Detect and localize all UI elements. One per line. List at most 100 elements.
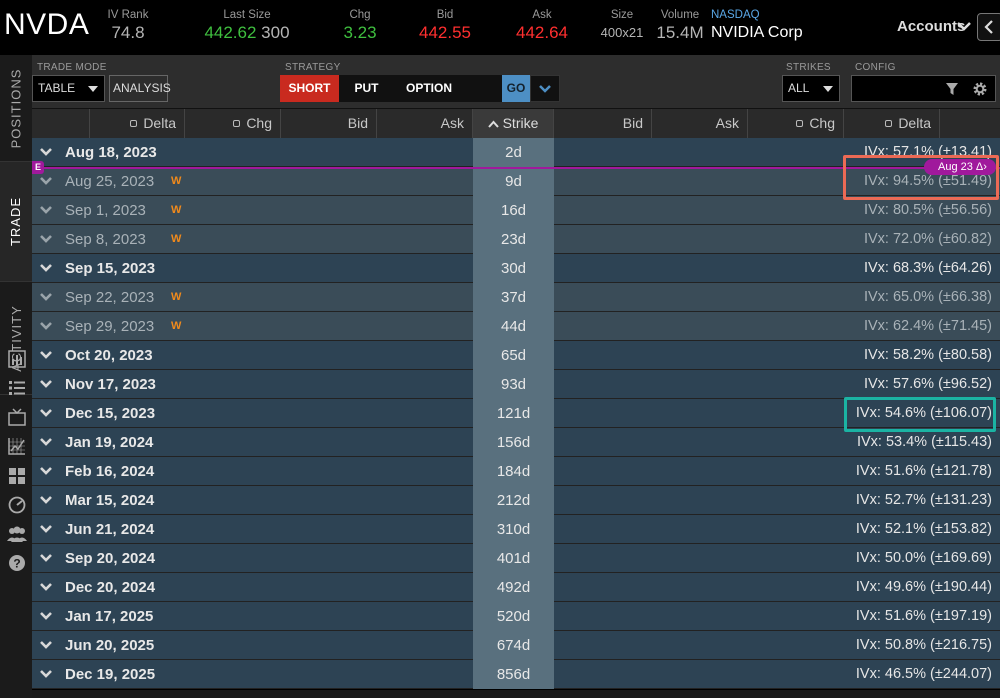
expiration-row[interactable]: Sep 15, 2023 30d IVx: 68.3% (±64.26) [32,254,1000,283]
last-size: Last Size 442.62 300 [192,8,302,44]
expiration-row[interactable]: Oct 20, 2023 65d IVx: 58.2% (±80.58) [32,341,1000,370]
ivx-value: IVx: 52.7% (±131.23) [855,492,992,508]
header-put-delta[interactable]: Delta [844,109,940,138]
tab-trade[interactable]: TRADE [0,162,32,282]
expiration-date: Sep 29, 2023 [65,318,155,335]
chevron-down-icon[interactable] [955,15,973,37]
chevron-down-icon[interactable] [39,263,53,273]
chevron-down-icon[interactable] [39,176,53,186]
chevron-down-icon[interactable] [39,640,53,650]
days-to-expiration: 401d [473,544,554,573]
highlight-box-red [843,155,999,200]
earnings-marker[interactable]: E [32,161,44,174]
gear-icon[interactable] [972,81,988,97]
header-call-delta[interactable]: Delta [90,109,185,138]
chevron-down-icon[interactable] [39,669,53,679]
header-strike[interactable]: Strike [473,109,554,138]
option-button[interactable]: OPTION [394,75,502,102]
chevron-down-icon[interactable] [39,408,53,418]
chevron-down-icon[interactable] [39,147,53,157]
trade-mode-select[interactable]: TABLE [32,75,105,102]
header-put-bid[interactable]: Bid [554,109,652,138]
expiration-date: Nov 17, 2023 [65,376,156,393]
chevron-down-icon[interactable] [39,321,53,331]
expiration-date: Sep 15, 2023 [65,260,156,277]
expiration-row[interactable]: Jun 21, 2024 310d IVx: 52.1% (±153.82) [32,515,1000,544]
column-toggle-icon [130,120,138,127]
chevron-down-icon[interactable] [39,437,53,447]
expiration-date: Sep 22, 2023 [65,289,155,306]
chevron-down-icon[interactable] [39,350,53,360]
chevron-down-icon[interactable] [39,495,53,505]
expiration-row[interactable]: Sep 29, 2023 W 44d IVx: 62.4% (±71.45) [32,312,1000,341]
users-icon[interactable] [6,525,28,543]
config-select[interactable] [851,75,996,102]
iv-rank-label: IV Rank [107,9,149,21]
change-label: Chg [349,9,371,21]
help-icon[interactable]: ? [8,554,26,572]
expiration-row[interactable]: Dec 20, 2024 492d IVx: 49.6% (±190.44) [32,573,1000,602]
chevron-down-icon[interactable] [39,205,53,215]
tab-positions[interactable]: POSITIONS [0,55,32,162]
expiration-date: Oct 20, 2023 [65,347,153,364]
expiration-row[interactable]: Jun 20, 2025 674d IVx: 50.8% (±216.75) [32,631,1000,660]
go-button[interactable]: GO [502,75,530,102]
expiration-date: Sep 8, 2023 [65,231,146,248]
company-name: NVIDIA Corp [711,24,803,41]
chevron-down-icon[interactable] [39,582,53,592]
expiration-row[interactable]: Mar 15, 2024 212d IVx: 52.7% (±131.23) [32,486,1000,515]
strikes-value: ALL [788,81,810,95]
iv-rank: IV Rank 74.8 [106,8,150,44]
strategy-dropdown[interactable] [530,75,560,102]
expiration-row[interactable]: Jan 19, 2024 156d IVx: 53.4% (±115.43) [32,428,1000,457]
chevron-down-icon[interactable] [39,234,53,244]
expiration-date: Dec 19, 2025 [65,666,156,683]
chevron-down-icon[interactable] [39,553,53,563]
analysis-button[interactable]: ANALYSIS [109,75,171,102]
header-call-bid[interactable]: Bid [281,109,377,138]
highlight-box-teal [844,397,996,432]
header-call-ask[interactable]: Ask [377,109,473,138]
chevron-down-icon[interactable] [39,524,53,534]
days-to-expiration: 212d [473,486,554,515]
chart-icon[interactable] [8,350,26,368]
ivx-value: IVx: 53.4% (±115.43) [856,434,992,450]
chevron-down-icon[interactable] [39,611,53,621]
tv-icon[interactable] [8,408,26,426]
grid-icon[interactable] [8,467,26,485]
ivx-value: IVx: 65.0% (±66.38) [863,289,992,305]
expiration-row[interactable]: Feb 16, 2024 184d IVx: 51.6% (±121.78) [32,457,1000,486]
list-icon[interactable] [8,379,26,397]
chevron-down-icon[interactable] [39,466,53,476]
heatmap-icon[interactable] [8,437,26,455]
volume-value: 15.4M [656,23,704,42]
short-button[interactable]: SHORT [280,75,339,102]
put-button[interactable]: PUT [339,75,394,102]
expiration-row[interactable]: Dec 19, 2025 856d IVx: 46.5% (±244.07) [32,660,1000,689]
ivx-value: IVx: 72.0% (±60.82) [863,231,992,247]
expiration-date: Jun 21, 2024 [65,521,155,538]
header-put-ask[interactable]: Ask [652,109,748,138]
expiration-row[interactable]: Sep 1, 2023 W 16d IVx: 80.5% (±56.56) [32,196,1000,225]
strategy-label: STRATEGY [285,62,341,73]
header-call-chg[interactable]: Chg [185,109,281,138]
last-price: 442.62 [204,23,257,42]
gauge-icon[interactable] [8,496,26,514]
chevron-down-icon [539,85,551,93]
collapse-button[interactable] [977,13,1000,41]
expiration-row[interactable]: Sep 20, 2024 401d IVx: 50.0% (±169.69) [32,544,1000,573]
strikes-select[interactable]: ALL [782,75,840,102]
days-to-expiration: 23d [473,225,554,254]
expiration-row[interactable]: Jan 17, 2025 520d IVx: 51.6% (±197.19) [32,602,1000,631]
symbol-label[interactable]: NVDA [4,8,89,42]
expiration-row[interactable]: Sep 8, 2023 W 23d IVx: 72.0% (±60.82) [32,225,1000,254]
chevron-down-icon[interactable] [39,292,53,302]
expiration-row[interactable]: Sep 22, 2023 W 37d IVx: 65.0% (±66.38) [32,283,1000,312]
sort-ascending-icon [487,120,499,128]
ivx-value: IVx: 62.4% (±71.45) [863,318,992,334]
expiration-row[interactable]: Nov 17, 2023 93d IVx: 57.6% (±96.52) [32,370,1000,399]
weekly-tag: W [171,320,182,332]
filter-icon[interactable] [945,82,959,96]
header-put-chg[interactable]: Chg [748,109,844,138]
chevron-down-icon[interactable] [39,379,53,389]
